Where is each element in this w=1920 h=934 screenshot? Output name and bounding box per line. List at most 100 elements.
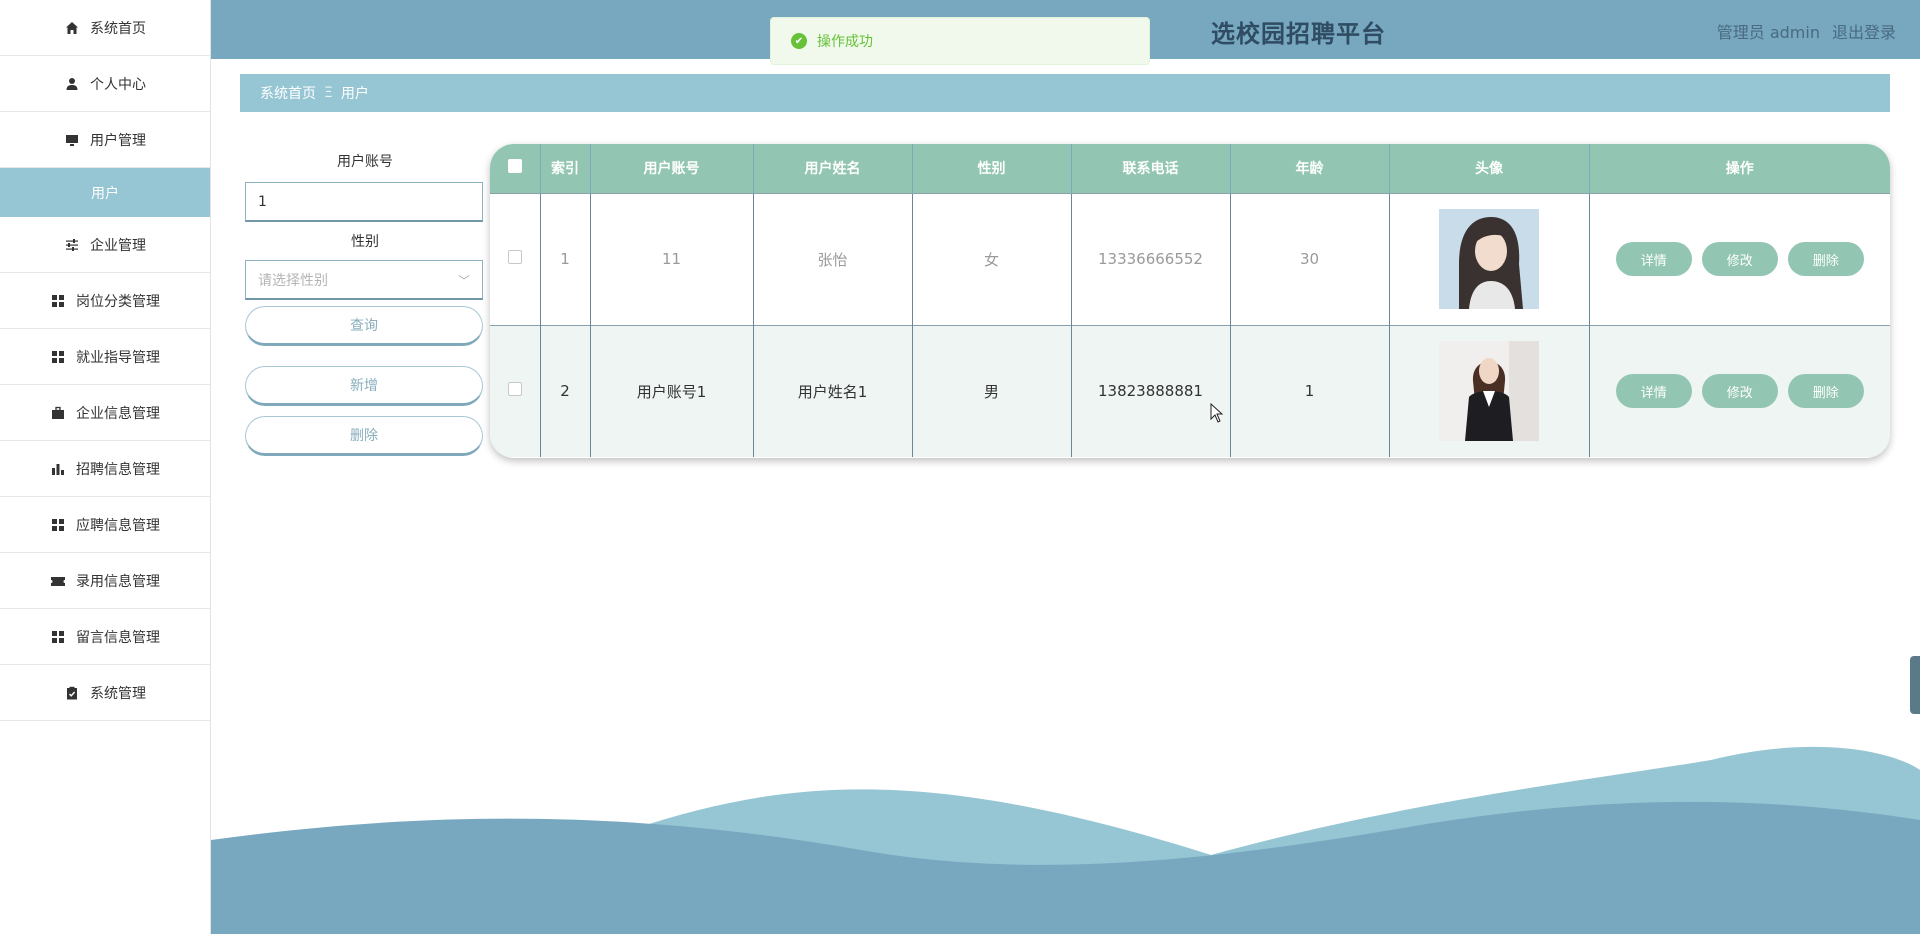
bar-chart-icon	[50, 461, 66, 477]
clipboard-icon	[64, 685, 80, 701]
column-header: 头像	[1389, 144, 1590, 193]
sliders-icon	[64, 237, 80, 253]
cell-gender: 女	[912, 192, 1072, 325]
edit-button[interactable]: 修改	[1701, 374, 1778, 409]
table-row: 2 用户账号1 用户姓名1 男 13823888881 1 详情 修改 删除	[490, 324, 1890, 457]
cell-account: 11	[590, 192, 754, 325]
detail-button[interactable]: 详情	[1615, 374, 1692, 409]
sidebar-item-job-category[interactable]: 岗位分类管理	[0, 273, 210, 329]
sidebar-item-application-info[interactable]: 应聘信息管理	[0, 497, 210, 553]
mouse-cursor-icon	[1210, 403, 1224, 423]
edit-button[interactable]: 修改	[1701, 242, 1778, 276]
gender-label: 性别	[351, 234, 379, 250]
cell-avatar	[1389, 324, 1590, 457]
success-toast: ✔ 操作成功	[770, 17, 1150, 65]
cell-actions: 详情 修改 删除	[1589, 192, 1890, 325]
sidebar-item-label: 系统首页	[90, 20, 146, 37]
breadcrumb-home[interactable]: 系统首页	[260, 83, 316, 103]
avatar	[1439, 341, 1539, 442]
sidebar-item-label: 用户管理	[90, 132, 146, 149]
user-table: 索引 用户账号 用户姓名 性别 联系电话 年龄 头像 操作 1 11 张怡 女 …	[490, 144, 1890, 458]
account-input[interactable]	[245, 182, 483, 222]
sidebar-item-message-info[interactable]: 留言信息管理	[0, 609, 210, 665]
breadcrumb-current: 用户	[340, 86, 369, 102]
breadcrumb: 系统首页 Ξ 用户	[240, 74, 1890, 112]
grid-icon	[50, 293, 66, 309]
column-header: 联系电话	[1071, 144, 1231, 193]
delete-row-button[interactable]: 删除	[1787, 374, 1864, 409]
grid-icon	[50, 629, 66, 645]
toast-text: 操作成功	[817, 34, 873, 50]
delete-row-button[interactable]: 删除	[1787, 242, 1864, 276]
search-panel: 用户账号 性别 请选择性别 ﹀ 查询 新增 删除	[245, 150, 485, 456]
column-header: 年龄	[1230, 144, 1390, 193]
account-label: 用户账号	[337, 154, 393, 170]
sidebar-item-label: 录用信息管理	[76, 573, 160, 590]
sidebar-item-hire-info[interactable]: 录用信息管理	[0, 553, 210, 609]
cell-index: 2	[540, 324, 591, 457]
delete-button[interactable]: 删除	[245, 416, 483, 456]
sidebar-item-label: 岗位分类管理	[76, 293, 160, 310]
cell-age: 30	[1230, 192, 1390, 325]
chevron-down-icon: ﹀	[457, 274, 470, 288]
sidebar-item-label: 个人中心	[90, 76, 146, 93]
monitor-icon	[64, 132, 80, 148]
decorative-waves	[211, 746, 1920, 934]
sidebar-item-label: 留言信息管理	[76, 629, 160, 646]
cell-phone: 13336666552	[1071, 192, 1231, 325]
cell-actions: 详情 修改 删除	[1589, 324, 1890, 457]
ticket-icon	[50, 573, 66, 589]
cell-gender: 男	[912, 324, 1072, 457]
row-checkbox[interactable]	[490, 192, 541, 325]
home-icon	[64, 20, 80, 36]
cell-name: 用户姓名1	[753, 324, 913, 457]
gender-select[interactable]: 请选择性别 ﹀	[245, 260, 483, 300]
check-circle-icon: ✔	[791, 33, 807, 49]
sidebar-item-profile[interactable]: 个人中心	[0, 56, 210, 112]
table-header-row: 索引 用户账号 用户姓名 性别 联系电话 年龄 头像 操作	[490, 144, 1890, 193]
sidebar: 系统首页 个人中心 用户管理 用户 企业管理 岗位分类管理 就业指导管理 企业信…	[0, 0, 211, 934]
briefcase-icon	[50, 405, 66, 421]
sidebar-item-label: 用户	[91, 185, 119, 202]
user-icon	[64, 76, 80, 92]
grid-icon	[50, 517, 66, 533]
sidebar-item-label: 应聘信息管理	[76, 517, 160, 534]
sidebar-item-recruit-info[interactable]: 招聘信息管理	[0, 441, 210, 497]
sidebar-item-label: 招聘信息管理	[76, 461, 160, 478]
cell-index: 1	[540, 192, 591, 325]
query-button[interactable]: 查询	[245, 306, 483, 346]
cell-phone: 13823888881	[1071, 324, 1231, 457]
current-user: 管理员 admin	[1716, 23, 1820, 42]
sidebar-item-label: 企业信息管理	[76, 405, 160, 422]
side-handle[interactable]	[1910, 656, 1920, 714]
column-header: 用户姓名	[753, 144, 913, 193]
grid-icon	[50, 349, 66, 365]
sidebar-item-enterprise[interactable]: 企业管理	[0, 217, 210, 273]
select-all-checkbox[interactable]	[490, 144, 541, 193]
sidebar-item-label: 就业指导管理	[76, 349, 160, 366]
breadcrumb-separator: Ξ	[324, 85, 333, 101]
gender-placeholder: 请选择性别	[258, 272, 328, 289]
cell-account: 用户账号1	[590, 324, 754, 457]
sidebar-item-label: 系统管理	[90, 685, 146, 702]
cell-name: 张怡	[753, 192, 913, 325]
column-header: 用户账号	[590, 144, 754, 193]
column-header: 索引	[540, 144, 591, 193]
row-checkbox[interactable]	[490, 324, 541, 457]
detail-button[interactable]: 详情	[1615, 242, 1692, 276]
sidebar-item-enterprise-info[interactable]: 企业信息管理	[0, 385, 210, 441]
avatar	[1439, 209, 1539, 309]
logout-link[interactable]: 退出登录	[1832, 19, 1896, 43]
cell-age: 1	[1230, 324, 1390, 457]
column-header: 操作	[1589, 144, 1890, 193]
sidebar-item-guidance[interactable]: 就业指导管理	[0, 329, 210, 385]
sidebar-item-system[interactable]: 系统管理	[0, 665, 210, 721]
column-header: 性别	[912, 144, 1072, 193]
add-button[interactable]: 新增	[245, 366, 483, 406]
cell-avatar	[1389, 192, 1590, 325]
sidebar-item-users[interactable]: 用户	[0, 168, 210, 217]
sidebar-item-user-management[interactable]: 用户管理	[0, 112, 210, 168]
sidebar-item-label: 企业管理	[90, 237, 146, 254]
table-row: 1 11 张怡 女 13336666552 30 详情 修改 删除	[490, 192, 1890, 325]
sidebar-item-home[interactable]: 系统首页	[0, 0, 210, 56]
